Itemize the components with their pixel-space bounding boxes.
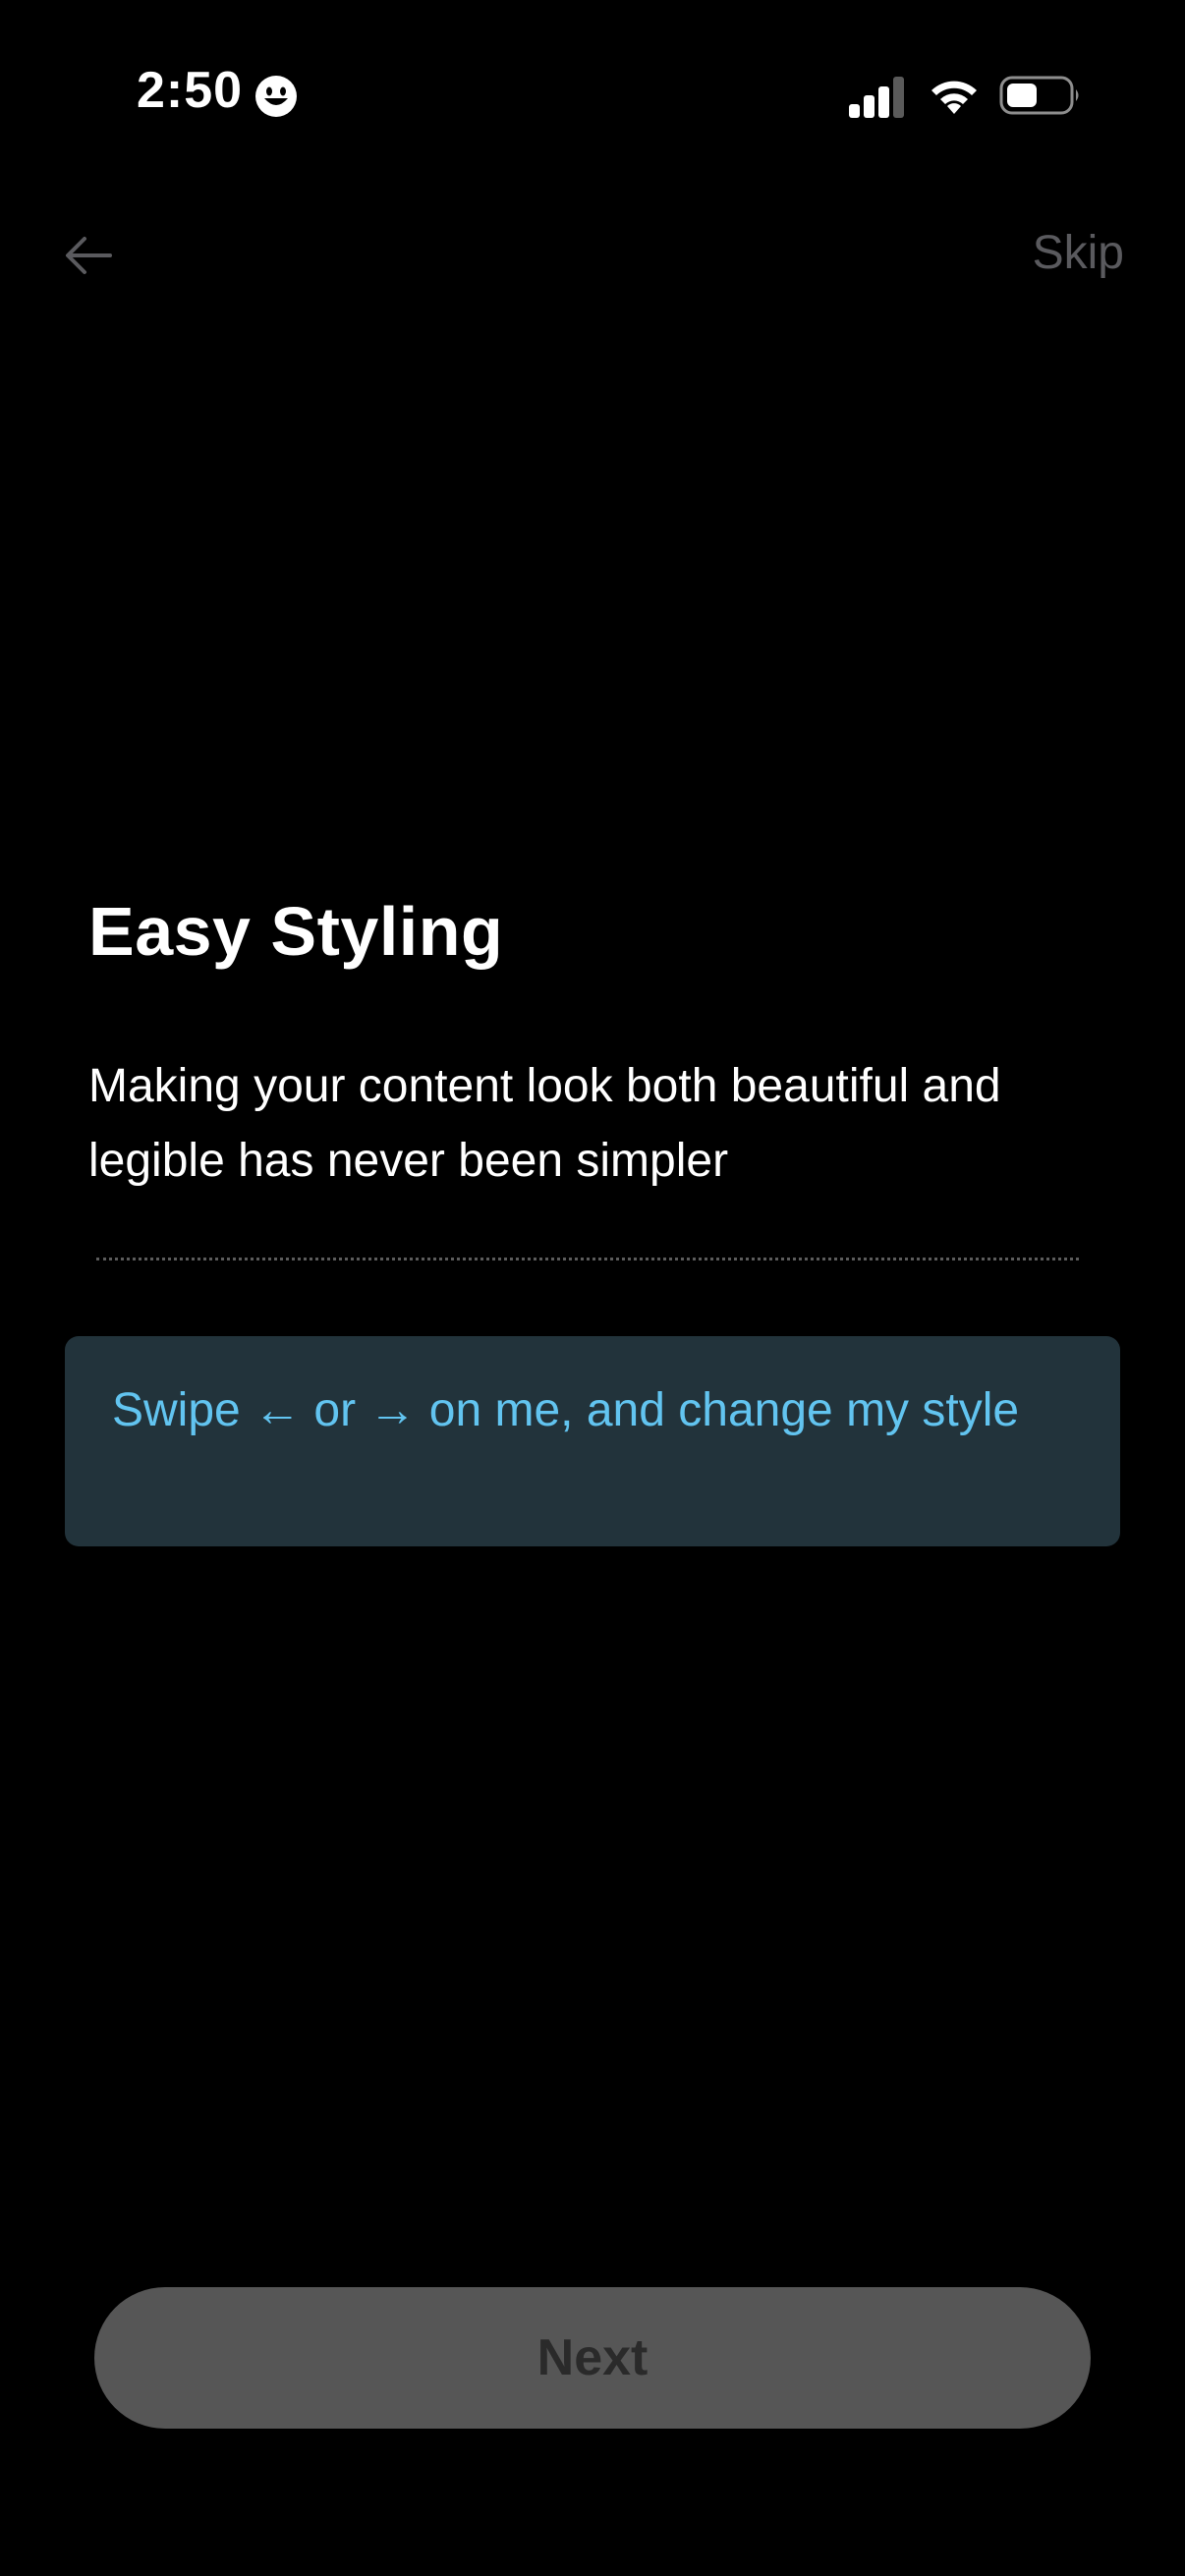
next-button[interactable]: Next (94, 2287, 1091, 2429)
battery-icon (999, 76, 1079, 115)
skip-button[interactable]: Skip (1033, 230, 1124, 277)
wifi-icon (931, 81, 977, 114)
back-button[interactable] (55, 222, 122, 289)
dotted-divider (96, 1258, 1079, 1260)
smiley-face-icon (255, 76, 297, 117)
page-description: Making your content look both beautiful … (88, 1060, 1001, 1187)
swipe-card-text: Swipe ← or → on me, and change my style (112, 1384, 1020, 1436)
cellular-signal-icon (849, 77, 904, 118)
status-time: 2:50 (137, 62, 244, 119)
arrow-left-icon (66, 237, 112, 274)
swipe-style-card[interactable]: Swipe ← or → on me, and change my style (65, 1336, 1120, 1546)
page-title: Easy Styling (88, 893, 504, 970)
status-bar: 2:50 (0, 0, 1185, 147)
